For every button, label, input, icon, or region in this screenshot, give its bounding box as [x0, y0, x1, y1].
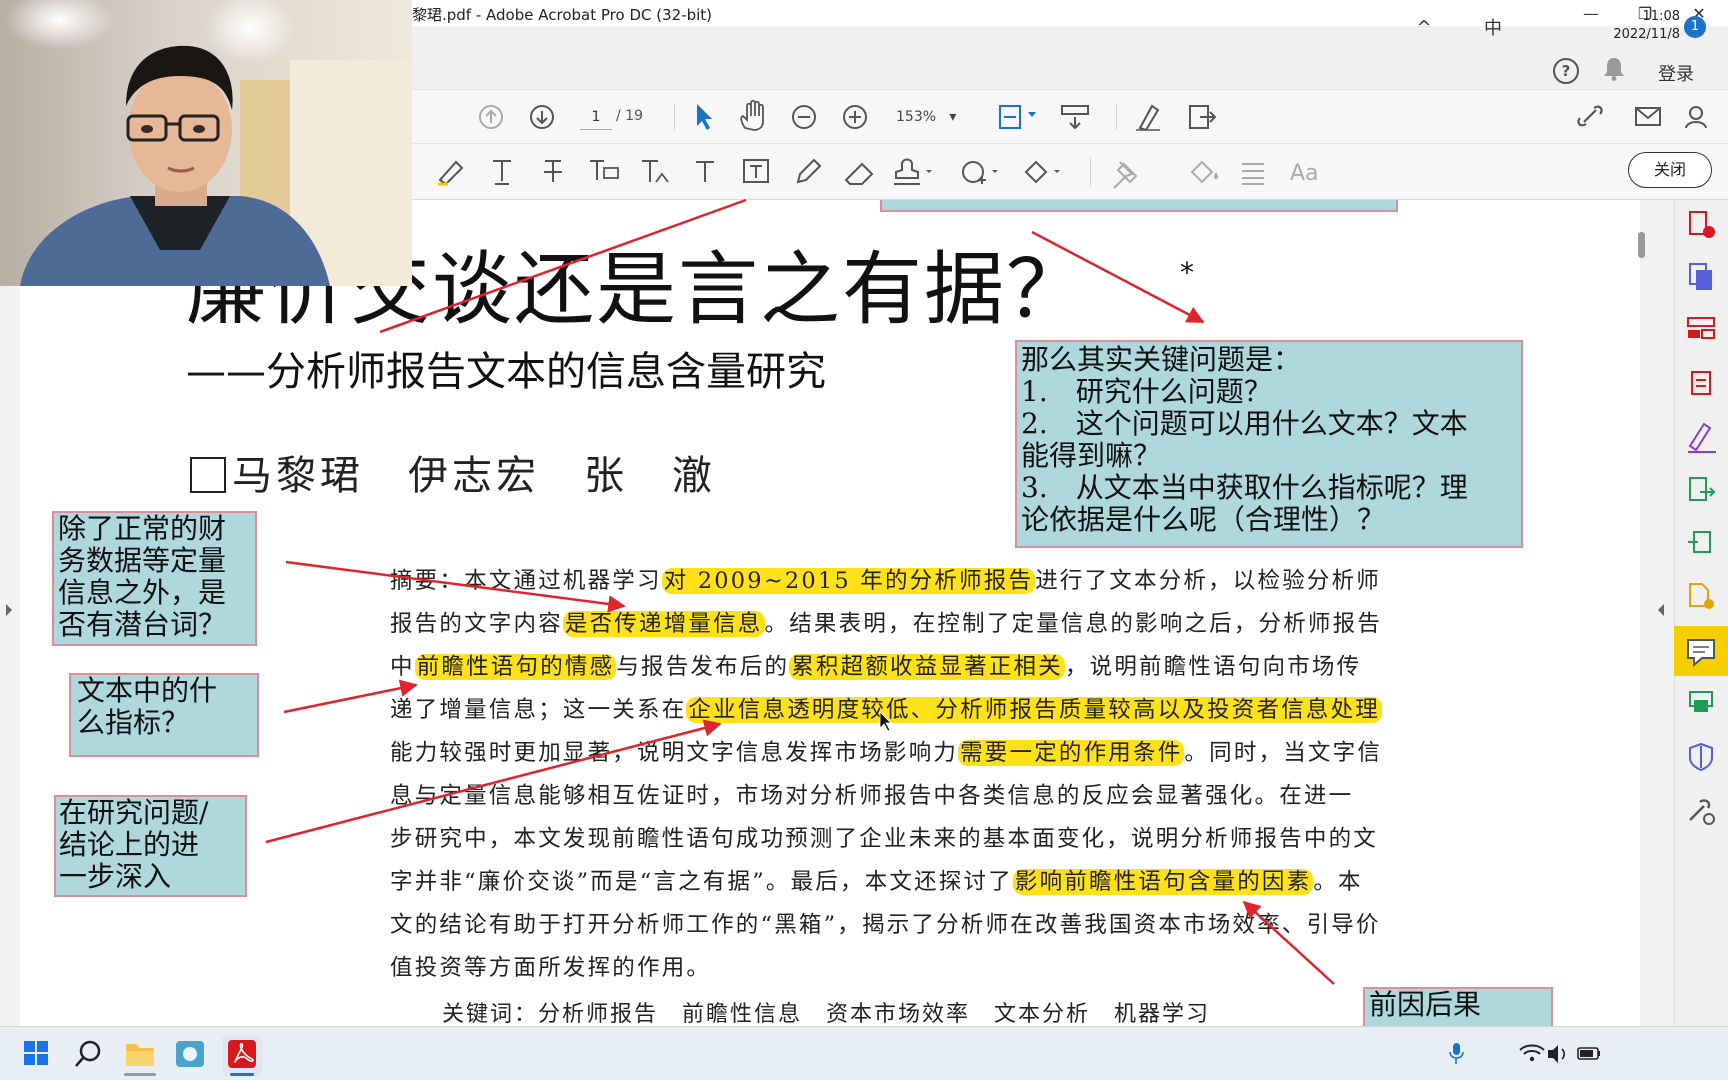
microphone-icon[interactable] — [1449, 1043, 1464, 1064]
app-icon[interactable] — [176, 1041, 204, 1067]
system-clock[interactable]: 11:08 2022/11/8 — [1610, 8, 1680, 44]
taskbar-indicator-acrobat — [230, 1073, 254, 1076]
notification-badge[interactable]: 1 — [1684, 16, 1706, 38]
windows-start-icon[interactable] — [24, 1041, 48, 1065]
acrobat-taskbar-icon[interactable] — [228, 1040, 256, 1068]
taskbar-icons — [24, 1036, 1600, 1076]
clock-date: 2022/11/8 — [1613, 27, 1680, 42]
ime-indicator[interactable]: 中 — [1480, 8, 1506, 46]
file-explorer-icon[interactable] — [126, 1044, 154, 1066]
taskbar-indicator-explorer — [124, 1073, 156, 1076]
wifi-icon[interactable] — [1519, 1044, 1545, 1062]
search-icon[interactable] — [75, 1040, 101, 1067]
tray-chevron-icon[interactable]: ^ — [1412, 8, 1436, 46]
clock-time: 11:08 — [1642, 9, 1680, 24]
battery-icon[interactable] — [1577, 1047, 1600, 1060]
volume-icon[interactable] — [1548, 1045, 1566, 1063]
